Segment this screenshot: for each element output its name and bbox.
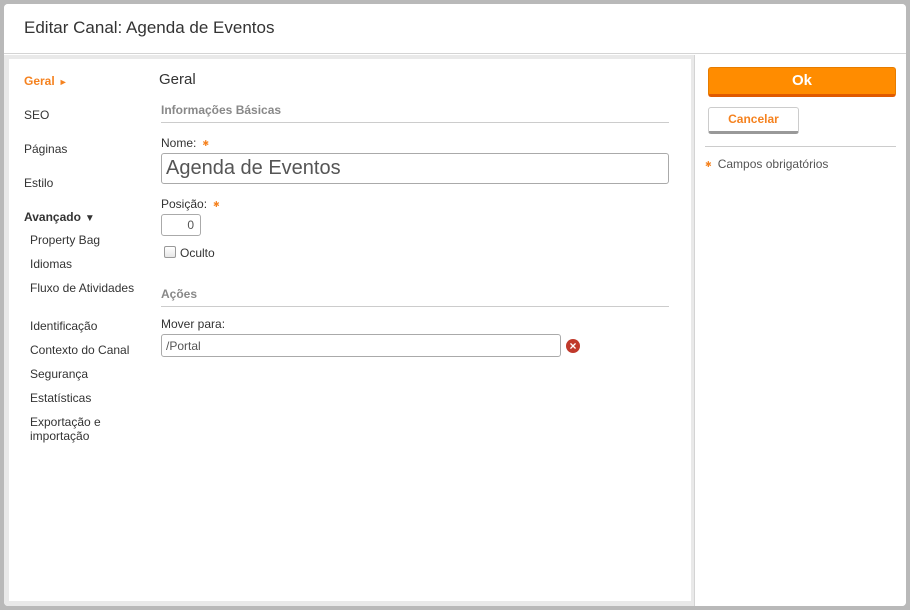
cancel-button[interactable]: Cancelar bbox=[708, 107, 799, 134]
content-panel: Geral ► SEO Páginas Estilo Avançado ▼ Prop… bbox=[9, 59, 691, 601]
clear-icon[interactable]: × bbox=[566, 339, 580, 353]
fieldset-actions: Ações bbox=[161, 287, 669, 307]
position-label-text: Posição: bbox=[161, 197, 208, 211]
position-label: Posição: ✱ bbox=[161, 197, 220, 211]
dialog: Editar Canal: Agenda de Eventos Geral ► S… bbox=[4, 4, 906, 606]
nav-item-paginas[interactable]: Páginas bbox=[24, 142, 67, 156]
nav-sub-estatisticas[interactable]: Estatísticas bbox=[30, 391, 140, 405]
arrow-right-icon: ► bbox=[58, 77, 68, 87]
nav-sub-identificacao[interactable]: Identificação bbox=[30, 319, 140, 333]
move-to-input[interactable] bbox=[161, 334, 561, 357]
ok-button[interactable]: Ok bbox=[708, 67, 896, 97]
nav-item-seo[interactable]: SEO bbox=[24, 108, 49, 122]
nav-item-estilo[interactable]: Estilo bbox=[24, 176, 53, 190]
asterisk-icon: ✱ bbox=[202, 139, 210, 149]
required-note: ✱ Campos obrigatórios bbox=[705, 157, 828, 171]
required-note-text: Campos obrigatórios bbox=[717, 157, 829, 171]
asterisk-icon: ✱ bbox=[705, 160, 712, 170]
caret-down-icon: ▼ bbox=[84, 213, 95, 224]
fieldset-basic-info: Informações Básicas bbox=[161, 103, 669, 123]
name-label-text: Nome: bbox=[161, 136, 197, 150]
nav-group-label: Avançado bbox=[24, 210, 81, 224]
hidden-checkbox[interactable] bbox=[164, 246, 176, 258]
left-area: Geral ► SEO Páginas Estilo Avançado ▼ Prop… bbox=[4, 55, 694, 606]
nav-sub-idiomas[interactable]: Idiomas bbox=[30, 257, 140, 271]
nav-item-geral[interactable]: Geral ► bbox=[24, 74, 68, 88]
asterisk-icon: ✱ bbox=[213, 200, 220, 210]
divider bbox=[705, 146, 896, 147]
right-panel: Ok Cancelar ✱ Campos obrigatórios bbox=[694, 55, 906, 606]
name-input[interactable] bbox=[161, 153, 669, 184]
nav-sub-exportacao[interactable]: Exportação e importação bbox=[30, 415, 140, 443]
position-input[interactable] bbox=[161, 214, 201, 236]
nav-sub-contexto[interactable]: Contexto do Canal bbox=[30, 343, 140, 357]
hidden-label[interactable]: Oculto bbox=[180, 246, 215, 260]
name-label: Nome: ✱ bbox=[161, 136, 209, 150]
section-title: Geral bbox=[159, 71, 196, 88]
nav-group-avancado[interactable]: Avançado ▼ bbox=[24, 210, 95, 224]
move-label: Mover para: bbox=[161, 317, 226, 331]
dialog-title: Editar Canal: Agenda de Eventos bbox=[24, 18, 275, 37]
nav-item-label: Geral bbox=[24, 74, 55, 88]
nav-sub-seguranca[interactable]: Segurança bbox=[30, 367, 140, 381]
dialog-header: Editar Canal: Agenda de Eventos bbox=[4, 4, 906, 54]
nav-sub-fluxo[interactable]: Fluxo de Atividades bbox=[30, 281, 140, 295]
nav-sub-property-bag[interactable]: Property Bag bbox=[30, 233, 140, 247]
